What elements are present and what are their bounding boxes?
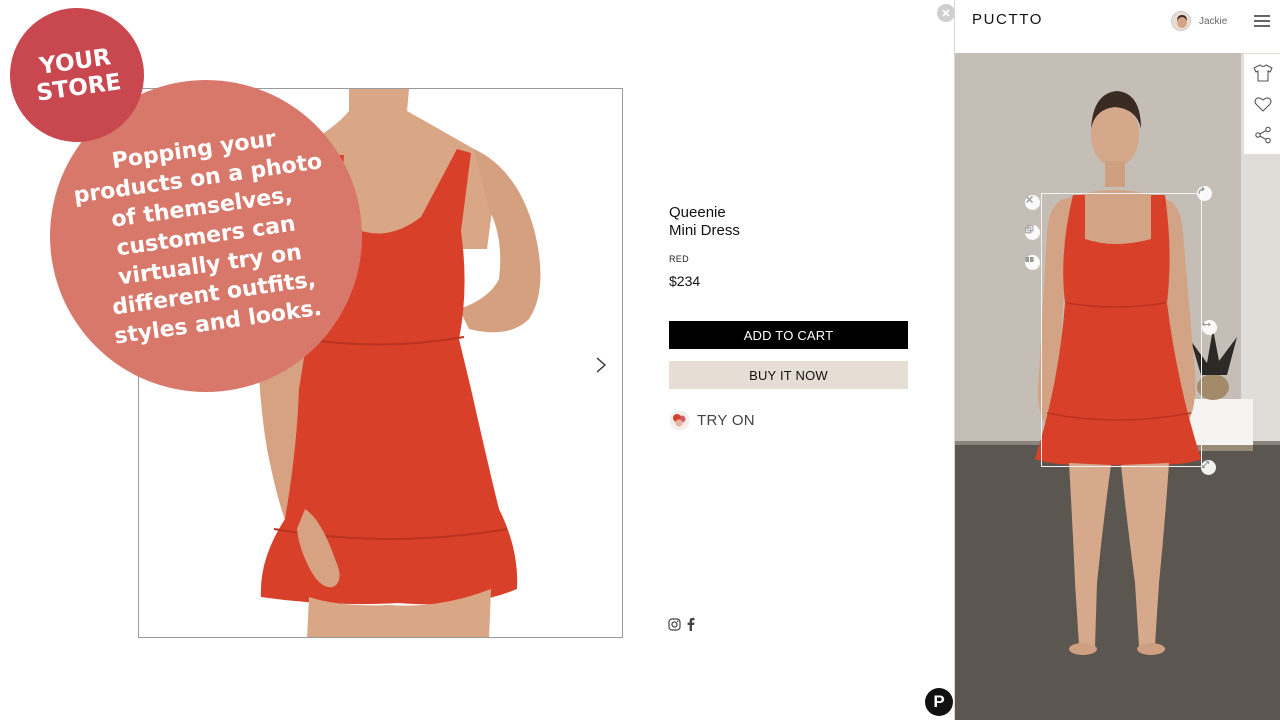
puctto-launcher-button[interactable]: P (925, 688, 953, 716)
try-on-icon (669, 410, 690, 430)
product-price: $234 (669, 273, 701, 289)
instagram-icon[interactable] (668, 617, 681, 631)
rotate-garment-button[interactable] (1197, 186, 1212, 201)
avatar (1171, 11, 1191, 31)
side-toolbar (1244, 54, 1280, 154)
user-name: Jackie (1199, 15, 1228, 27)
puctto-launcher-label: P (933, 692, 945, 711)
brand-logo: PUCTTO (972, 11, 1043, 28)
menu-button[interactable] (1254, 15, 1270, 29)
hamburger-icon (1254, 15, 1270, 17)
remove-garment-button[interactable] (1025, 195, 1040, 210)
puctto-panel: PUCTTO Jackie (954, 0, 1280, 720)
resize-icon (1201, 460, 1210, 469)
stretch-garment-button[interactable] (1202, 320, 1217, 335)
panel-header: PUCTTO Jackie (955, 0, 1280, 53)
wardrobe-button[interactable] (1252, 62, 1274, 84)
store-page: YOUR STORE Popping your products on a ph… (0, 0, 955, 720)
product-color: RED (669, 254, 689, 264)
resize-garment-button[interactable] (1201, 460, 1216, 475)
facebook-icon[interactable] (687, 617, 695, 631)
close-icon (942, 9, 950, 17)
callout-text: Popping your products on a photo of them… (72, 125, 324, 350)
product-name-line-2: Mini Dress (669, 222, 740, 239)
buy-it-now-button[interactable]: BUY IT NOW (669, 361, 908, 389)
social-links (668, 617, 695, 631)
stretch-icon (1202, 322, 1211, 327)
flip-garment-button[interactable] (1025, 255, 1040, 270)
favourites-button[interactable] (1252, 93, 1274, 115)
flip-icon (1025, 257, 1034, 262)
share-icon (1254, 126, 1271, 143)
user-profile[interactable]: Jackie (1171, 11, 1227, 31)
try-on-label: TRY ON (697, 411, 755, 429)
remove-icon (1026, 196, 1033, 203)
garment-selection-box[interactable] (1041, 193, 1202, 467)
chevron-right-icon (596, 357, 607, 373)
add-to-cart-button[interactable]: ADD TO CART (669, 321, 908, 349)
shirt-icon (1252, 64, 1273, 82)
share-button[interactable] (1252, 124, 1274, 146)
next-image-button[interactable] (590, 350, 612, 380)
hamburger-line (1254, 25, 1270, 27)
duplicate-garment-button[interactable] (1025, 225, 1040, 240)
product-name: Queenie Mini Dress (669, 204, 740, 240)
close-button[interactable] (937, 4, 955, 22)
product-name-line-1: Queenie (669, 204, 726, 221)
heart-icon (1254, 97, 1271, 112)
duplicate-icon (1025, 225, 1034, 234)
try-on-button[interactable]: TRY ON (669, 409, 755, 431)
rotate-icon (1198, 186, 1205, 195)
hamburger-line (1254, 20, 1270, 22)
try-on-photo[interactable] (955, 53, 1280, 720)
